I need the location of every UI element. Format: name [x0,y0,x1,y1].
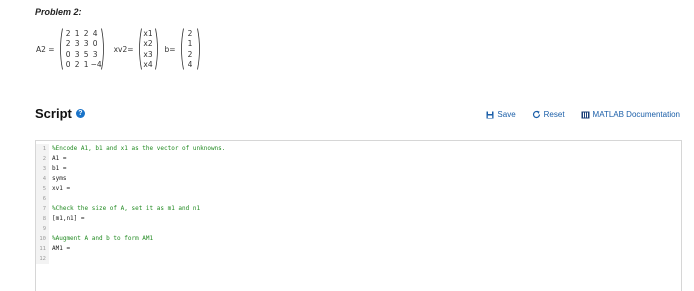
b-label: b= [164,44,176,54]
code-text[interactable]: A1 = [49,154,66,164]
line-number: 4 [36,174,49,184]
line-number: 5 [36,184,49,194]
a2-matrix-grid: 2 1 2 4 2 3 3 0 0 3 5 3 0 2 1 −4 [63,28,102,70]
code-line[interactable]: 6 [36,194,681,204]
right-paren [196,28,202,70]
save-label: Save [497,110,516,119]
book-icon [581,111,590,118]
right-paren [154,28,160,70]
line-number: 8 [36,214,49,224]
code-line[interactable]: 12 [36,254,681,264]
matrix-entry: 5 [83,49,89,59]
matrix-entry: 3 [74,49,80,59]
vector-entry: 2 [187,29,193,38]
save-icon [486,111,494,118]
documentation-label: MATLAB Documentation [592,110,680,119]
vector-entry: 4 [187,59,193,69]
matrix-entry: 1 [83,59,89,69]
code-line[interactable]: 11 AM1 = [36,244,681,254]
a2-label: A2 = [36,44,55,54]
b-vector-grid: 2124 [184,28,197,70]
code-comment[interactable]: %Check the size of A, set it as m1 and n… [49,204,200,214]
code-editor[interactable]: 1 %Encode A1, b1 and x1 as the vector of … [35,140,682,291]
line-number: 10 [36,234,49,244]
matrix-entry: 3 [92,49,98,59]
matrix-entry: 2 [65,29,71,38]
code-text[interactable]: b1 = [49,164,66,174]
matrix-entry: 2 [74,59,80,69]
code-line[interactable]: 10 %Augment A and b to form AM1 [36,234,681,244]
matrix-entry: 0 [65,49,71,59]
line-number: 6 [36,194,49,204]
code-text[interactable]: syms [49,174,66,184]
problem-equation: A2 = 2 1 2 4 2 3 3 0 0 3 5 3 0 2 1 −4 xv2= x1 x2 x3 x4 b= … [36,27,202,71]
reset-button[interactable]: Reset [532,110,565,119]
vector-entry: x3 [143,49,153,59]
vector-entry: 1 [187,39,193,49]
code-line[interactable]: 1 %Encode A1, b1 and x1 as the vector of … [36,144,681,154]
question-circle-icon[interactable]: ? [75,109,85,118]
code-line[interactable]: 8 [m1,n1] = [36,214,681,224]
line-number: 3 [36,164,49,174]
xv2-vector: x1 x2 x3 x4 [137,28,160,70]
vector-entry: 2 [187,49,193,59]
reset-icon [532,110,540,119]
line-number: 2 [36,154,49,164]
script-title-wrap: Script ? [35,106,85,121]
code-text[interactable]: [m1,n1] = [49,214,85,224]
code-text[interactable]: xv1 = [49,184,70,194]
line-number: 1 [36,144,49,154]
xv2-vector-grid: x1 x2 x3 x4 [142,28,155,70]
matrix-entry: 0 [92,39,98,49]
matrix-entry: 4 [92,29,98,38]
matrix-entry: −4 [90,59,102,69]
code-line[interactable]: 9 [36,224,681,234]
reset-label: Reset [543,110,565,119]
code-line[interactable]: 5 xv1 = [36,184,681,194]
code-comment[interactable]: %Augment A and b to form AM1 [49,234,153,244]
code-text[interactable] [49,224,52,234]
line-number: 9 [36,224,49,234]
code-text[interactable] [49,194,52,204]
matrix-entry: 2 [65,39,71,49]
matrix-entry: 3 [83,39,89,49]
code-text[interactable] [49,254,52,264]
matrix-entry: 2 [83,29,89,38]
code-line[interactable]: 4 syms [36,174,681,184]
code-comment[interactable]: %Encode A1, b1 and x1 as the vector of u… [49,144,225,154]
vector-entry: x4 [143,59,153,69]
matrix-entry: 0 [65,59,71,69]
right-paren [100,28,106,70]
vector-entry: x1 [143,29,153,38]
line-number: 12 [36,254,49,264]
line-number: 11 [36,244,49,254]
code-line[interactable]: 3 b1 = [36,164,681,174]
xv2-label: xv2= [113,44,134,54]
b-vector: 2124 [179,28,202,70]
problem-title: Problem 2: [35,7,82,17]
matrix-entry: 1 [74,29,80,38]
save-button[interactable]: Save [486,110,516,119]
code-line[interactable]: 7 %Check the size of A, set it as m1 and … [36,204,681,214]
code-text[interactable]: AM1 = [49,244,70,254]
script-toolbar: Save Reset MATLAB Documentation [470,110,680,119]
a2-matrix: 2 1 2 4 2 3 3 0 0 3 5 3 0 2 1 −4 [58,28,106,70]
matrix-entry: 3 [74,39,80,49]
script-title: Script [35,106,72,121]
matlab-documentation-link[interactable]: MATLAB Documentation [581,110,680,119]
line-number: 7 [36,204,49,214]
code-line[interactable]: 2 A1 = [36,154,681,164]
vector-entry: x2 [143,39,153,49]
script-header: Script ? Save Reset MATLAB Documentation [35,106,680,124]
